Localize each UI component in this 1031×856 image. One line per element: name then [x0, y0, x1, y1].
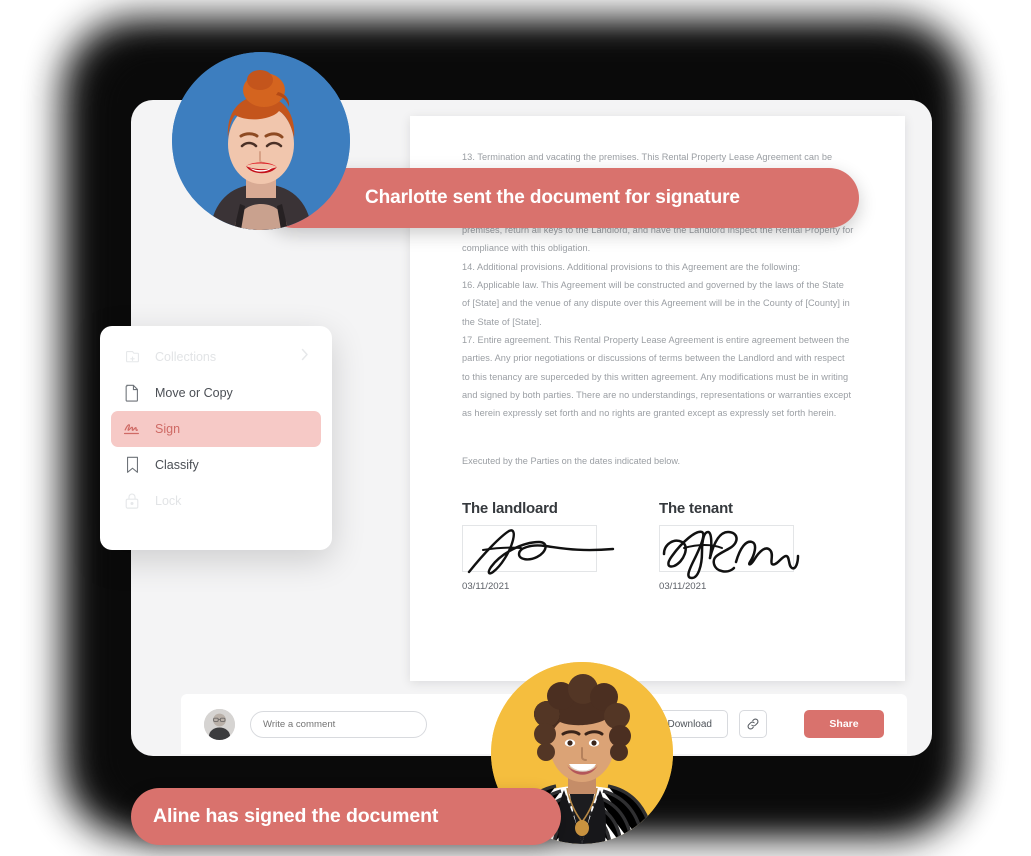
context-menu: Collections Move or Copy Sign Classify L… [100, 326, 332, 550]
signature-field[interactable] [462, 525, 615, 575]
menu-item-move-or-copy[interactable]: Move or Copy [111, 375, 321, 411]
menu-item-label: Move or Copy [155, 386, 233, 400]
menu-item-label: Sign [155, 422, 181, 436]
executed-line: Executed by the Parties on the dates ind… [462, 456, 681, 467]
comment-input[interactable] [250, 710, 427, 738]
menu-item-classify[interactable]: Classify [111, 447, 321, 483]
document-paragraph: 17. Entire agreement. This Rental Proper… [462, 334, 852, 419]
menu-item-label: Classify [155, 458, 199, 472]
file-icon [122, 383, 142, 403]
signature-title: The landloard [462, 500, 558, 518]
bookmark-icon [122, 455, 142, 475]
menu-item-label: Lock [155, 494, 182, 508]
link-icon [747, 718, 759, 730]
signature-field[interactable] [659, 525, 800, 580]
menu-item-sign[interactable]: Sign [111, 411, 321, 447]
chevron-right-icon [301, 348, 309, 366]
notification-text: Charlotte sent the document for signatur… [365, 187, 740, 208]
lock-icon [122, 491, 142, 511]
signature-icon [122, 419, 142, 439]
signature-date: 03/11/2021 [659, 581, 707, 593]
document-paragraph: 14. Additional provisions. Additional pr… [462, 261, 801, 272]
collections-icon [122, 347, 142, 367]
notification-banner-aline[interactable]: Aline has signed the document [131, 788, 561, 845]
screenshot-root: 13. Termination and vacating the premise… [0, 0, 1031, 856]
notification-banner-charlotte[interactable]: Charlotte sent the document for signatur… [264, 168, 859, 228]
signature-date: 03/11/2021 [462, 581, 510, 593]
charlotte-avatar [172, 52, 350, 230]
document-paragraph: 16. Applicable law. This Agreement will … [462, 280, 850, 327]
tenant-signature-icon [662, 531, 800, 580]
copy-link-button[interactable] [739, 710, 767, 738]
share-button[interactable]: Share [804, 710, 884, 738]
signature-block-tenant: The tenant 03/11/2021 [658, 500, 854, 592]
menu-item-label: Collections [155, 350, 217, 364]
avatar-photo [204, 708, 235, 740]
menu-item-collections[interactable]: Collections [111, 339, 321, 375]
signature-title: The tenant [659, 500, 733, 518]
landlord-signature-icon [467, 529, 615, 575]
notification-text: Aline has signed the document [153, 805, 439, 827]
charlotte-photo [172, 52, 350, 230]
signature-row: The landloard 03/11/2021 The tenant 03/1… [462, 500, 854, 592]
signature-block-landlord: The landloard 03/11/2021 [462, 500, 658, 592]
current-user-avatar[interactable] [204, 708, 235, 740]
menu-item-lock[interactable]: Lock [111, 483, 321, 519]
